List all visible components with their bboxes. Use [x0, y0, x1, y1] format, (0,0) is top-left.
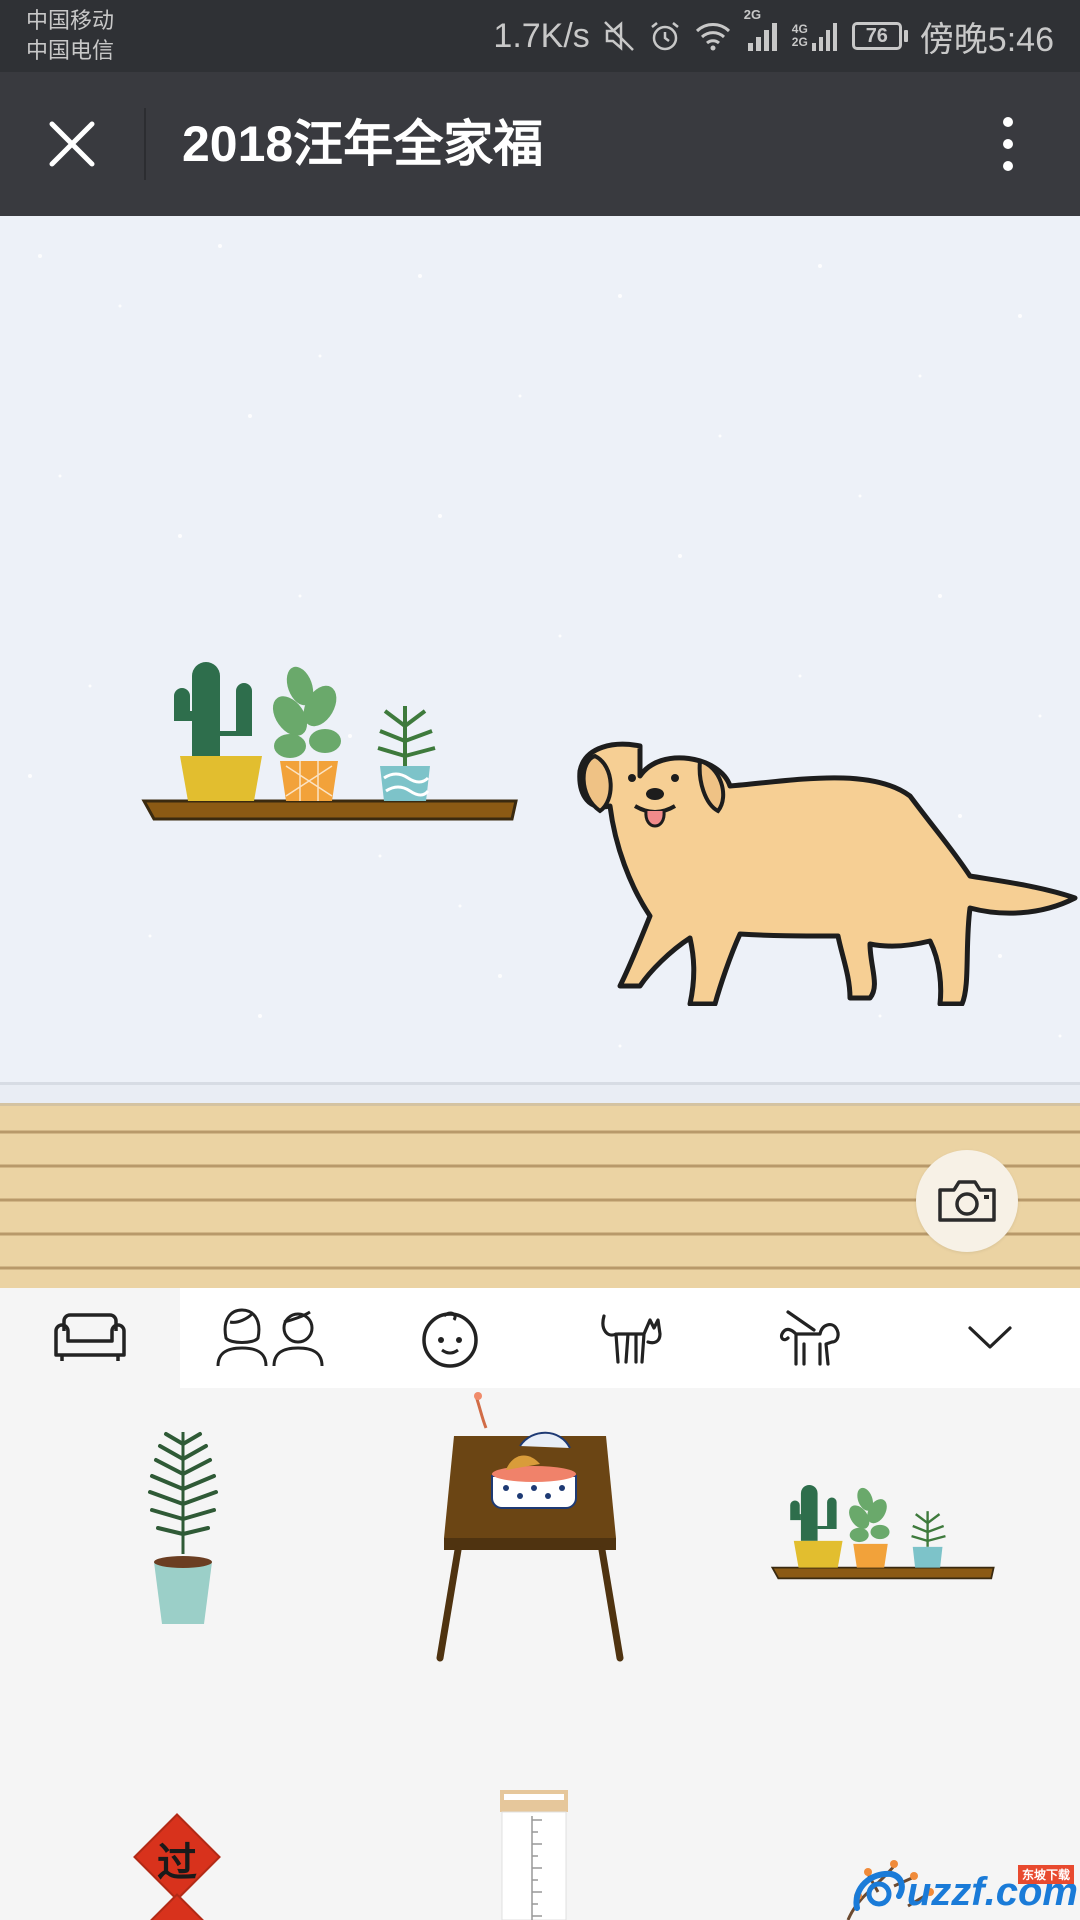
battery-level: 76	[851, 22, 902, 50]
tab-furniture[interactable]	[0, 1288, 180, 1388]
signal-2-icon: 4G 2G	[792, 19, 840, 53]
title-divider	[144, 108, 146, 180]
couplet-char-2: 年	[140, 1910, 214, 1920]
close-icon	[49, 121, 95, 167]
couplet-char-1: 过	[157, 1839, 197, 1886]
watermark: uzzf.com 东坡下载	[851, 1864, 1078, 1916]
status-bar: 中国移动 中国电信 1.7K/s 2G 4G 2G 76 傍晚5:46	[0, 0, 1080, 72]
signal-1-label: 2G	[743, 7, 762, 22]
camera-button[interactable]	[916, 1150, 1018, 1252]
more-vertical-icon	[1003, 117, 1013, 171]
status-icons: 1.7K/s 2G 4G 2G 76 傍晚5:46	[493, 0, 1054, 72]
item-growth-chart[interactable]	[498, 1790, 570, 1920]
item-dining-table[interactable]	[436, 1388, 626, 1664]
scene-dog[interactable]	[570, 686, 1080, 1006]
chevron-down-icon	[968, 1326, 1012, 1349]
carrier-2: 中国电信	[26, 38, 115, 63]
close-button[interactable]	[40, 112, 104, 176]
item-spring-couplet[interactable]: 过 年	[133, 1813, 221, 1920]
baby-face-icon	[422, 1311, 478, 1368]
item-potted-fern[interactable]	[138, 1424, 228, 1624]
item-grid: 过 年 uzzf.com 东坡下载	[0, 1388, 1080, 1920]
category-tabs	[0, 1288, 1080, 1388]
item-plant-shelf[interactable]	[770, 1468, 996, 1590]
watermark-logo-icon	[853, 1870, 905, 1911]
battery-icon: 76	[851, 22, 908, 50]
alarm-icon	[648, 19, 682, 53]
wifi-icon	[694, 19, 732, 53]
scene-plant-shelf[interactable]	[140, 636, 520, 836]
more-button[interactable]	[976, 112, 1040, 176]
carrier-1: 中国移动	[26, 8, 115, 33]
tab-baby[interactable]	[360, 1288, 540, 1388]
mute-icon	[602, 19, 636, 53]
sofa-icon	[54, 1313, 126, 1361]
couple-icon	[216, 1308, 324, 1367]
title-bar: 2018汪年全家福	[0, 72, 1080, 216]
signal-2-label-bottom: 2G	[791, 35, 808, 49]
tab-expand[interactable]	[900, 1288, 1080, 1388]
page-title: 2018汪年全家福	[182, 116, 544, 172]
clock: 傍晚5:46	[919, 20, 1054, 59]
cat-icon	[601, 1314, 662, 1364]
tab-dog[interactable]	[720, 1288, 900, 1388]
baseboard	[0, 1082, 1080, 1106]
dog-icon	[779, 1310, 840, 1366]
carrier-labels: 中国移动 中国电信	[26, 6, 114, 66]
net-speed: 1.7K/s	[493, 16, 590, 55]
scene-canvas[interactable]	[0, 216, 1080, 1288]
tab-people[interactable]	[180, 1288, 360, 1388]
signal-1-icon: 2G	[744, 7, 780, 53]
tab-cat[interactable]	[540, 1288, 720, 1388]
camera-icon	[938, 1180, 996, 1222]
watermark-sub: 东坡下载	[1017, 1864, 1074, 1884]
